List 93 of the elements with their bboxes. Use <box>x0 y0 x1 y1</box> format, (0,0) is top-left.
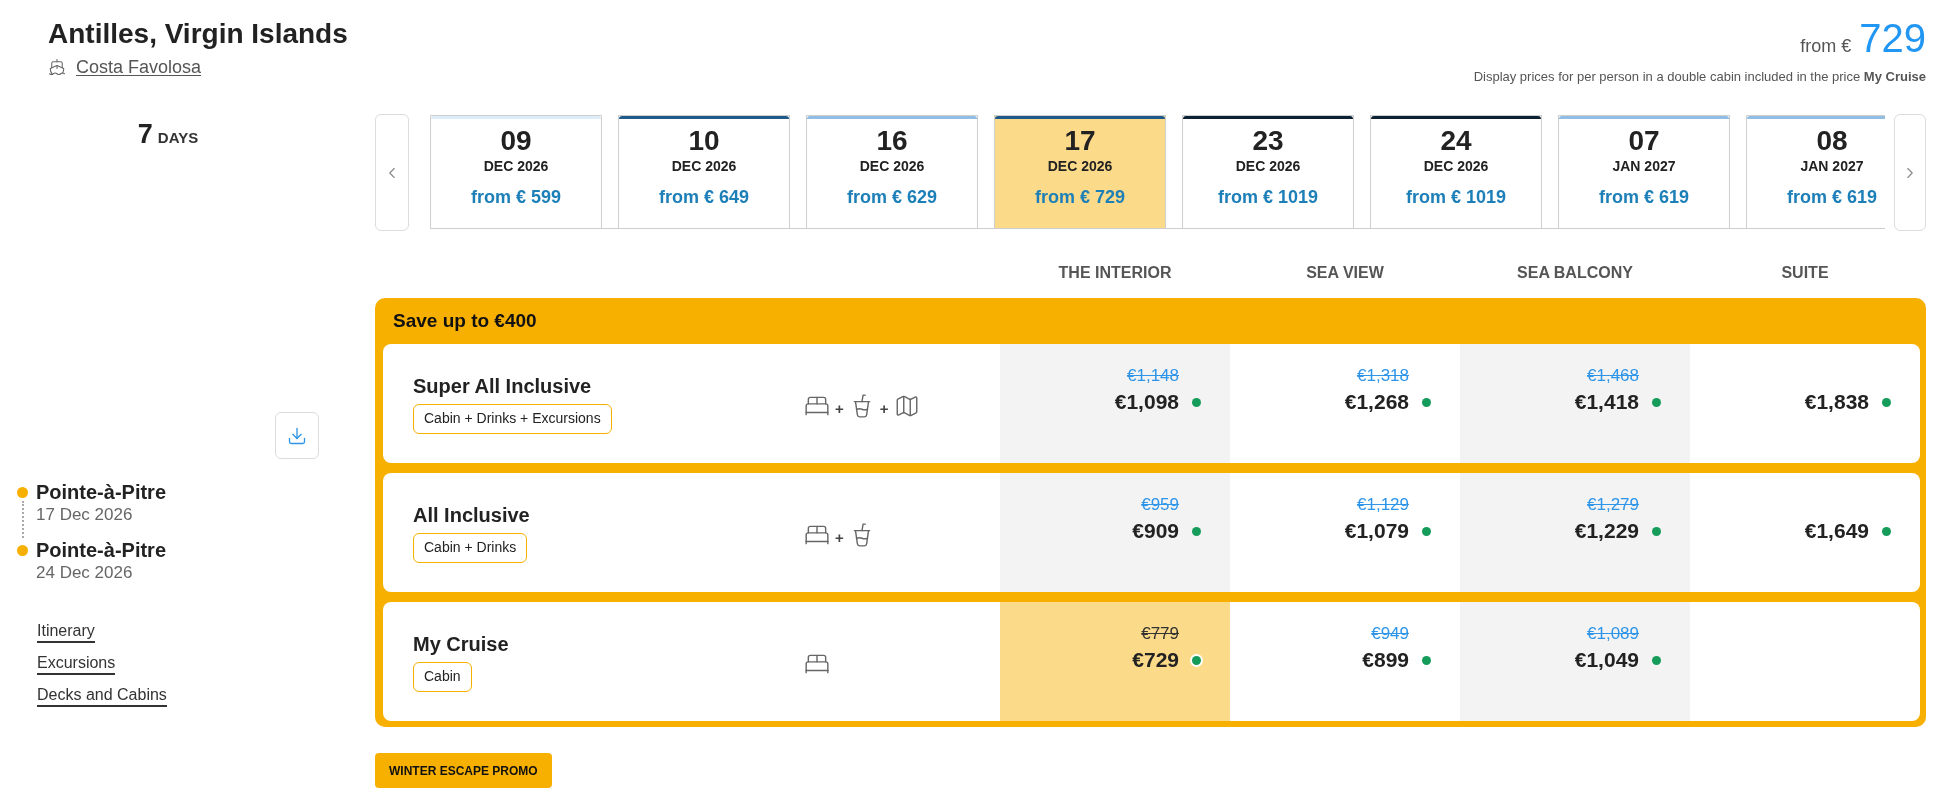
date-card[interactable]: 23 DEC 2026 from € 1019 <box>1182 115 1354 228</box>
old-price: €1,129 <box>1357 495 1409 515</box>
port-name: Pointe-à-Pitre <box>36 538 167 562</box>
price-amount: 729 <box>1859 16 1926 60</box>
plus-sign: + <box>835 528 844 547</box>
column-header: SEA VIEW <box>1306 263 1384 283</box>
price-cell[interactable]: €1,279 €1,229 <box>1460 473 1690 592</box>
date-card[interactable]: 24 DEC 2026 from € 1019 <box>1370 115 1542 228</box>
port-date: 17 Dec 2026 <box>36 504 133 526</box>
plus-sign: + <box>879 399 889 418</box>
current-price: €1,049 <box>1574 647 1639 673</box>
package-name: Super All Inclusive <box>413 373 592 398</box>
price-note: Display prices for per person in a double cabin included in the price My Cruise <box>1473 68 1926 86</box>
date-card[interactable]: 07 JAN 2027 from € 619 <box>1558 115 1730 228</box>
current-price: €1,418 <box>1574 389 1639 415</box>
dotted-connector <box>21 501 24 538</box>
date-price: from € 1019 <box>1217 186 1319 208</box>
date-month: JAN 2027 <box>1612 158 1676 174</box>
plus-sign: + <box>835 399 844 418</box>
old-price: €959 <box>1141 495 1179 515</box>
column-header: SUITE <box>1781 263 1829 283</box>
promo-button[interactable]: WINTER ESCAPE PROMO <box>375 753 552 788</box>
offer-title: Save up to €400 <box>393 310 537 332</box>
current-price: €1,649 <box>1804 518 1869 544</box>
current-price: €1,098 <box>1114 389 1179 415</box>
duration-unit: DAYS <box>157 129 199 147</box>
date-month: DEC 2026 <box>671 158 737 174</box>
date-card[interactable]: 09 DEC 2026 from € 599 <box>430 115 602 228</box>
current-price: €1,079 <box>1344 518 1409 544</box>
nav-link[interactable]: Excursions <box>37 653 116 675</box>
date-day: 24 <box>1440 126 1472 156</box>
package-name: My Cruise <box>413 631 509 656</box>
old-price: €779 <box>1141 624 1179 644</box>
nav-link[interactable]: Decks and Cabins <box>37 685 167 707</box>
date-price: from € 619 <box>1598 186 1689 208</box>
duration-number: 7 <box>137 120 153 148</box>
old-price: €1,318 <box>1357 366 1409 386</box>
old-price: €949 <box>1371 624 1409 644</box>
date-day: 17 <box>1064 126 1096 156</box>
inclusion-tag: Cabin + Drinks <box>413 532 528 563</box>
previous-button[interactable] <box>375 114 409 231</box>
port-name: Pointe-à-Pitre <box>36 480 167 504</box>
current-price: €909 <box>1132 518 1179 544</box>
column-header: SEA BALCONY <box>1517 263 1633 283</box>
current-price: €899 <box>1362 647 1409 673</box>
date-day: 23 <box>1252 126 1284 156</box>
current-price: €1,838 <box>1804 389 1869 415</box>
nav-link[interactable]: Itinerary <box>37 621 95 643</box>
date-price: from € 649 <box>658 186 749 208</box>
current-price: €729 <box>1132 647 1179 673</box>
date-price: from € 599 <box>470 186 561 208</box>
page-title: Antilles, Virgin Islands <box>48 17 348 51</box>
date-day: 08 <box>1816 126 1848 156</box>
date-price: from € 629 <box>846 186 937 208</box>
inclusion-tag: Cabin + Drinks + Excursions <box>413 403 612 434</box>
old-price: €1,089 <box>1587 624 1639 644</box>
column-header: THE INTERIOR <box>1058 263 1172 283</box>
date-card[interactable]: 08 JAN 2027 from € 619 <box>1746 115 1885 228</box>
date-day: 16 <box>876 126 908 156</box>
price-cell[interactable]: €1,468 €1,418 <box>1460 344 1690 463</box>
download-button[interactable] <box>275 412 319 459</box>
old-price: €1,148 <box>1127 366 1179 386</box>
date-day: 07 <box>1628 126 1660 156</box>
inclusion-tag: Cabin <box>413 661 472 692</box>
old-price: €1,468 <box>1587 366 1639 386</box>
ship-icon <box>48 58 66 76</box>
date-month: DEC 2026 <box>483 158 549 174</box>
date-month: JAN 2027 <box>1800 158 1864 174</box>
date-day: 10 <box>688 126 720 156</box>
package-name: All Inclusive <box>413 502 530 527</box>
date-day: 09 <box>500 126 532 156</box>
date-price: from € 619 <box>1786 186 1877 208</box>
date-card[interactable]: 16 DEC 2026 from € 629 <box>806 115 978 228</box>
date-month: DEC 2026 <box>859 158 925 174</box>
date-price: from € 1019 <box>1405 186 1507 208</box>
date-card[interactable]: 10 DEC 2026 from € 649 <box>618 115 790 228</box>
date-month: DEC 2026 <box>1047 158 1113 174</box>
price-cell[interactable]: €1,148 €1,098 <box>1000 344 1230 463</box>
ship-link[interactable]: Costa Favolosa <box>76 56 202 78</box>
date-price: from € 729 <box>1034 186 1125 208</box>
next-button[interactable] <box>1894 114 1926 231</box>
date-card[interactable]: 17 DEC 2026 from € 729 <box>994 115 1166 228</box>
port-date: 24 Dec 2026 <box>36 562 133 584</box>
current-price: €1,268 <box>1344 389 1409 415</box>
price-cell[interactable]: €959 €909 <box>1000 473 1230 592</box>
old-price: €1,279 <box>1587 495 1639 515</box>
price-cell[interactable]: €1,089 €1,049 <box>1460 602 1690 721</box>
date-month: DEC 2026 <box>1235 158 1301 174</box>
date-month: DEC 2026 <box>1423 158 1489 174</box>
price-cell[interactable]: €779 €729 <box>1000 602 1230 721</box>
download-icon <box>287 425 307 446</box>
current-price: €1,229 <box>1574 518 1639 544</box>
price-prefix: from € <box>1800 35 1852 58</box>
